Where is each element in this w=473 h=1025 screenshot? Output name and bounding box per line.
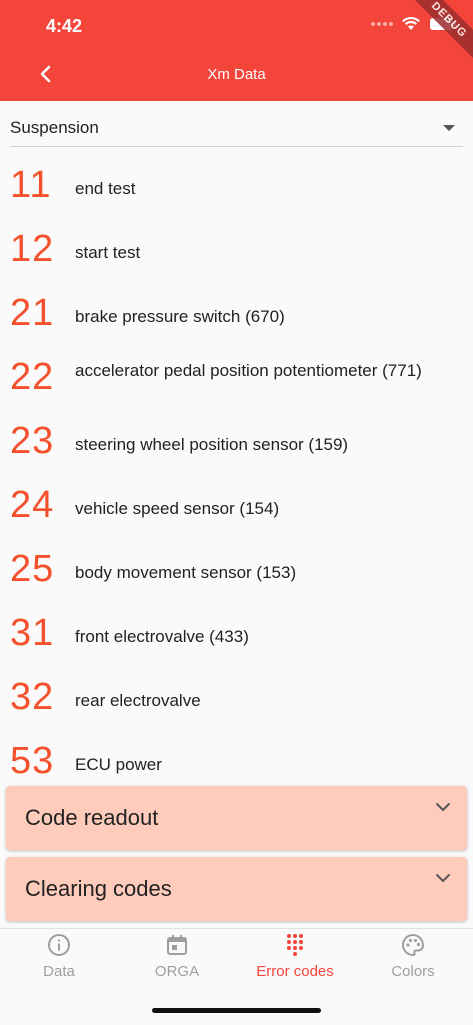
home-indicator xyxy=(152,1008,321,1013)
code-number: 11 xyxy=(10,164,52,206)
code-number: 23 xyxy=(10,420,55,462)
nav-tab-colors[interactable]: Colors xyxy=(354,929,472,989)
code-description: body movement sensor (153) xyxy=(75,563,297,582)
status-time: 4:42 xyxy=(46,16,83,36)
nav-tab-orga[interactable]: ORGA xyxy=(118,929,236,989)
list-item: 11 end test xyxy=(0,156,473,220)
category-dropdown[interactable]: Suspension xyxy=(10,110,463,147)
nav-label: ORGA xyxy=(154,963,200,980)
dropdown-arrow-icon xyxy=(443,125,455,131)
app-bar: 4:42 DEBUG Xm Data xyxy=(0,0,473,101)
code-description: end test xyxy=(75,179,136,198)
clearing-codes-panel[interactable]: Clearing codes xyxy=(6,857,467,921)
signal-icon xyxy=(371,22,393,26)
nav-tab-data[interactable]: Data xyxy=(0,929,118,989)
code-number: 12 xyxy=(10,228,55,270)
code-description: front electrovalve (433) xyxy=(75,627,249,646)
code-description: brake pressure switch (670) xyxy=(75,307,285,326)
list-item: 24 vehicle speed sensor (154) xyxy=(0,476,473,540)
nav-label: Data xyxy=(43,963,75,980)
error-code-list: 11 end test 12 start test 21 brake press… xyxy=(0,156,473,796)
code-description: rear electrovalve xyxy=(75,691,201,710)
code-description: start test xyxy=(75,243,141,262)
code-number: 53 xyxy=(10,740,55,782)
code-readout-panel[interactable]: Code readout xyxy=(6,786,467,850)
code-description: steering wheel position sensor (159) xyxy=(75,435,349,454)
list-item: 22 accelerator pedal position potentiome… xyxy=(0,348,473,412)
panel-title: Clearing codes xyxy=(25,876,172,901)
page-title: Xm Data xyxy=(207,66,266,83)
code-description: ECU power xyxy=(75,755,162,774)
code-number: 31 xyxy=(10,612,55,654)
dot-grid-icon xyxy=(287,934,303,956)
list-item: 21 brake pressure switch (670) xyxy=(0,284,473,348)
list-item: 23 steering wheel position sensor (159) xyxy=(0,412,473,476)
nav-tab-error-codes[interactable]: Error codes xyxy=(236,929,354,989)
list-item: 32 rear electrovalve xyxy=(0,668,473,732)
code-number: 22 xyxy=(10,356,55,398)
chevron-down-icon xyxy=(436,874,450,883)
nav-label: Error codes xyxy=(256,963,334,980)
wifi-icon xyxy=(402,17,420,30)
calendar-icon xyxy=(167,935,187,955)
list-item: 12 start test xyxy=(0,220,473,284)
panel-title: Code readout xyxy=(25,805,159,830)
code-description: accelerator pedal position potentiometer… xyxy=(75,361,422,380)
nav-label: Colors xyxy=(391,963,435,980)
chevron-down-icon xyxy=(436,803,450,812)
info-icon xyxy=(48,934,70,956)
list-item: 25 body movement sensor (153) xyxy=(0,540,473,604)
dropdown-selected-value: Suspension xyxy=(10,118,99,137)
list-item: 31 front electrovalve (433) xyxy=(0,604,473,668)
code-number: 24 xyxy=(10,484,55,526)
code-number: 21 xyxy=(10,292,55,334)
code-number: 25 xyxy=(10,548,55,590)
code-number: 32 xyxy=(10,676,55,718)
code-description: vehicle speed sensor (154) xyxy=(75,499,280,518)
palette-icon xyxy=(402,933,425,957)
